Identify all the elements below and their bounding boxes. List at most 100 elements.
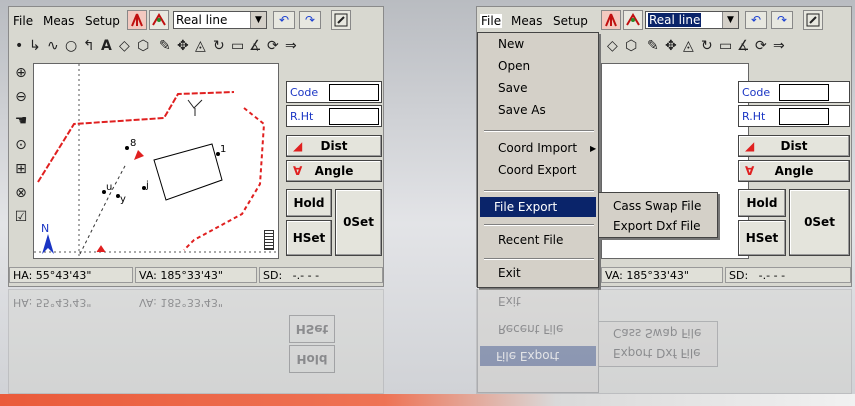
offset-tool-icon[interactable]: ⟳ — [267, 38, 279, 54]
angle-tool-icon[interactable]: ∡ — [737, 38, 750, 54]
menu-meas[interactable]: Meas — [43, 14, 74, 28]
menu-item-coord-export[interactable]: Coord Export — [498, 163, 577, 177]
measure-panel: Code R.Ht ◢ Dist ∀ Angle Hold HSet 0Set — [283, 63, 383, 263]
arrow-tool-icon[interactable]: ⇒ — [773, 38, 785, 54]
shape-tool-icon[interactable]: ⬡ — [625, 38, 637, 54]
pan-icon[interactable]: ☚ — [11, 113, 31, 135]
menu-item-save-as[interactable]: Save As — [498, 103, 546, 117]
arrow-tool-icon[interactable]: ⇒ — [285, 38, 297, 54]
rotate-tool-icon[interactable]: ↻ — [701, 38, 713, 54]
va-readout: VA: 185°33'43" — [601, 267, 723, 283]
text-tool-icon[interactable]: A — [101, 38, 112, 54]
hset-button[interactable]: HSet — [286, 220, 332, 256]
hold-button[interactable]: Hold — [738, 189, 786, 217]
rht-input[interactable] — [329, 108, 379, 125]
code-input[interactable] — [779, 84, 829, 101]
redo-icon[interactable]: ↷ — [299, 11, 321, 29]
submenu-item-cass-swap-file[interactable]: Cass Swap File — [613, 199, 701, 213]
undo-icon[interactable]: ↶ — [273, 11, 295, 29]
menu-item-coord-import[interactable]: Coord Import — [498, 141, 577, 155]
point-tool-icon[interactable]: • — [15, 38, 23, 54]
code-input[interactable] — [329, 84, 379, 101]
angle-tool-icon[interactable]: ∡ — [249, 38, 262, 54]
reflected-hold: Hold — [289, 345, 335, 373]
redo-icon[interactable]: ↷ — [771, 11, 793, 29]
reflected-cass-swap: Cass Swap File — [613, 326, 702, 340]
view-settings-icon[interactable]: ☑ — [11, 209, 31, 231]
zoom-extents-icon[interactable]: ⊞ — [11, 161, 31, 183]
line-tool-icon[interactable]: ↰ — [83, 38, 95, 54]
export-icon[interactable] — [331, 10, 351, 30]
diamond-tool-icon[interactable]: ◇ — [119, 38, 130, 54]
move-tool-icon[interactable]: ✥ — [177, 38, 189, 54]
zoom-previous-icon[interactable]: ⊗ — [11, 185, 31, 207]
sd-readout: SD: -.- - - — [259, 267, 383, 283]
menu-setup[interactable]: Setup — [553, 14, 588, 28]
move-tool-icon[interactable]: ✥ — [665, 38, 677, 54]
polyline-tool-icon[interactable]: ↳ — [29, 38, 41, 54]
menu-separator — [484, 130, 594, 132]
oset-button[interactable]: 0Set — [335, 189, 382, 256]
dist-button[interactable]: ◢ Dist — [738, 135, 850, 157]
zoom-in-icon[interactable]: ⊕ — [11, 65, 31, 87]
area-tool-icon[interactable]: ◬ — [683, 38, 694, 54]
shape-tool-icon[interactable]: ⬡ — [137, 38, 149, 54]
pen-tool-icon[interactable]: ✎ — [159, 38, 171, 54]
zoom-out-icon[interactable]: ⊖ — [11, 89, 31, 111]
rht-label: R.Ht — [290, 110, 314, 123]
angle-button[interactable]: ∀ Angle — [286, 160, 382, 182]
menu-item-open[interactable]: Open — [498, 59, 530, 73]
undo-icon[interactable]: ↶ — [745, 11, 767, 29]
station-icon[interactable] — [127, 10, 147, 30]
dist-icon: ◢ — [293, 139, 303, 153]
hset-button[interactable]: HSet — [738, 220, 786, 256]
chevron-down-icon[interactable]: ▼ — [250, 12, 266, 28]
code-label: Code — [290, 86, 319, 99]
va-readout: VA: 185°33'43" — [135, 267, 257, 283]
drawing-toolbar: • ↳ ∿ ○ ↰ A ◇ ⬡ ✎ ✥ ◬ ↻ ▭ ∡ ⟳ ⇒ — [9, 36, 383, 60]
rht-field[interactable]: R.Ht — [738, 105, 850, 127]
reflected-file-export: File Export — [480, 346, 596, 366]
chevron-down-icon[interactable]: ▼ — [722, 12, 738, 28]
circle-arc-tool-icon[interactable]: ○ — [65, 38, 77, 54]
menu-file[interactable]: File — [13, 14, 33, 28]
submenu-item-export-dxf-file[interactable]: Export Dxf File — [613, 219, 701, 233]
station-icon[interactable] — [601, 10, 621, 30]
right-screen-reflection: Exit Recent File File Export Export Dxf … — [476, 289, 852, 394]
zoom-window-icon[interactable]: ⊙ — [11, 137, 31, 159]
menu-item-exit[interactable]: Exit — [498, 266, 521, 280]
menu-file[interactable]: File — [480, 14, 503, 28]
pen-tool-icon[interactable]: ✎ — [647, 38, 659, 54]
line-type-combo[interactable]: Real line ▼ — [173, 11, 267, 29]
area-tool-icon[interactable]: ◬ — [195, 38, 206, 54]
menu-item-new[interactable]: New — [498, 37, 524, 51]
rht-label: R.Ht — [742, 110, 766, 123]
menu-item-file-export[interactable]: File Export — [480, 197, 596, 217]
sd-readout: SD: -.- - - — [725, 267, 851, 283]
export-icon[interactable] — [803, 10, 823, 30]
survey-icon[interactable] — [149, 10, 169, 30]
right-screen-file-menu: File Meas Setup Real line ▼ ↶ ↷ ◇ ⬡ ✎ ✥ … — [476, 6, 852, 288]
oset-button[interactable]: 0Set — [789, 189, 850, 256]
menu-setup[interactable]: Setup — [85, 14, 120, 28]
code-field[interactable]: Code — [738, 81, 850, 103]
rht-input[interactable] — [779, 108, 829, 125]
map-canvas[interactable]: 1 8 u y j N — [33, 63, 279, 259]
menu-item-save[interactable]: Save — [498, 81, 527, 95]
code-field[interactable]: Code — [286, 81, 382, 103]
survey-icon[interactable] — [623, 10, 643, 30]
hold-button[interactable]: Hold — [286, 189, 332, 217]
menu-item-recent-file[interactable]: Recent File — [498, 233, 563, 247]
rect-tool-icon[interactable]: ▭ — [231, 38, 244, 54]
rht-field[interactable]: R.Ht — [286, 105, 382, 127]
rotate-tool-icon[interactable]: ↻ — [213, 38, 225, 54]
diamond-tool-icon[interactable]: ◇ — [607, 38, 618, 54]
menu-meas[interactable]: Meas — [511, 14, 542, 28]
reflected-ha: HA: 55°43'43" — [13, 296, 92, 309]
dist-button[interactable]: ◢ Dist — [286, 135, 382, 157]
offset-tool-icon[interactable]: ⟳ — [755, 38, 767, 54]
curve-tool-icon[interactable]: ∿ — [47, 38, 59, 54]
line-type-combo[interactable]: Real line ▼ — [645, 11, 739, 29]
rect-tool-icon[interactable]: ▭ — [719, 38, 732, 54]
angle-button[interactable]: ∀ Angle — [738, 160, 850, 182]
